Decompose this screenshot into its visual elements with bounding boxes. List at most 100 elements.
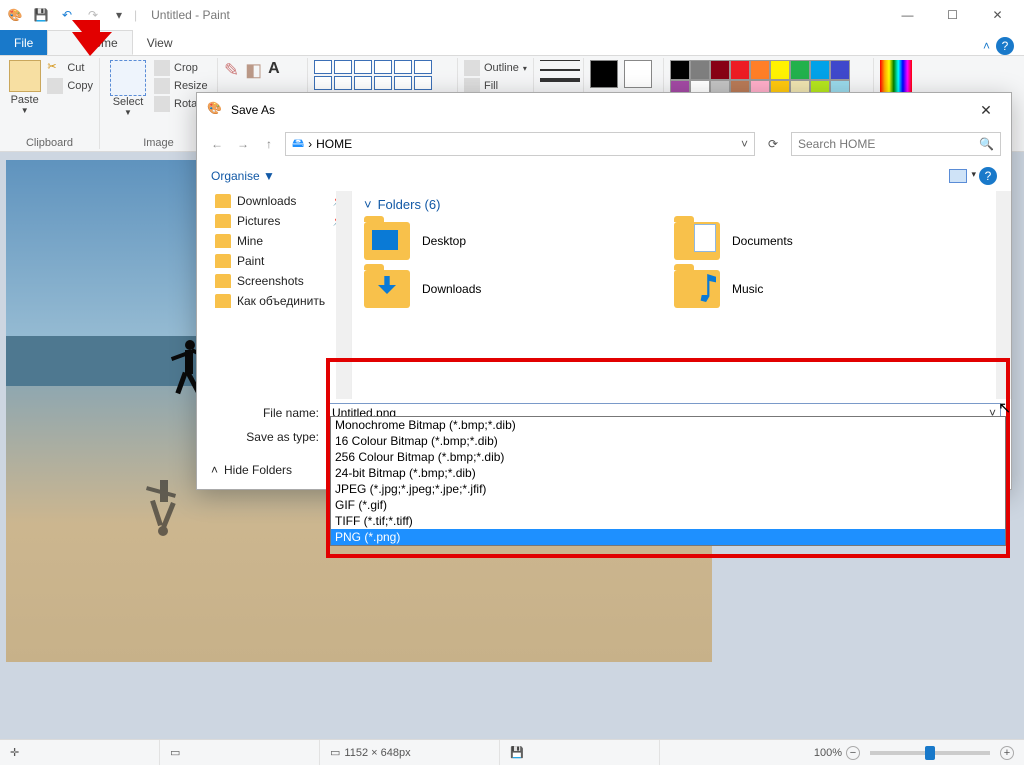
zoom-out-button[interactable]: − [846, 746, 860, 760]
zoom-in-button[interactable]: + [1000, 746, 1014, 760]
select-button[interactable]: Select ▼ [106, 60, 150, 117]
dialog-help-icon[interactable]: ? [979, 167, 997, 185]
savetype-option[interactable]: Monochrome Bitmap (*.bmp;*.dib) [331, 417, 1005, 433]
tree-item[interactable]: Pictures📌 [197, 211, 351, 231]
palette-swatch[interactable] [830, 60, 850, 80]
palette-swatch[interactable] [730, 60, 750, 80]
text-icon[interactable]: A [268, 60, 280, 78]
savetype-option[interactable]: 24-bit Bitmap (*.bmp;*.dib) [331, 465, 1005, 481]
selection-size-icon: ▭ [170, 746, 180, 759]
folder-item[interactable]: Music [674, 270, 954, 308]
savetype-option[interactable]: GIF (*.gif) [331, 497, 1005, 513]
ribbon-minimize-icon[interactable]: ˄ [983, 39, 990, 53]
cursor-pos-icon: ✛ [10, 746, 19, 759]
breadcrumb-dropdown-icon[interactable]: ˅ [741, 137, 748, 151]
nav-up-button[interactable]: ↑ [259, 137, 279, 151]
palette-swatch[interactable] [790, 60, 810, 80]
tree-item[interactable]: Как объединить [197, 291, 351, 311]
title-bar: 🎨 💾 ↶ ↷ ▾ | Untitled - Paint — ☐ ✕ [0, 0, 1024, 30]
folder-item[interactable]: Desktop [364, 222, 644, 260]
resize-icon [154, 78, 170, 94]
dialog-close-button[interactable]: ✕ [971, 102, 1001, 119]
palette-swatch[interactable] [690, 60, 710, 80]
file-size-icon: 💾 [510, 746, 524, 759]
outline-button[interactable]: Outline▾ [464, 60, 527, 76]
eraser-icon[interactable]: ◧ [245, 60, 262, 81]
color2-box[interactable] [624, 60, 652, 88]
ribbon-tabs: File Homeome View ˄ ? [0, 30, 1024, 56]
paint-app-icon: 🎨 [4, 4, 26, 26]
savetype-option[interactable]: PNG (*.png) [331, 529, 1005, 545]
pencil-icon[interactable]: ✎ [224, 60, 239, 81]
zoom-level: 100% [814, 747, 842, 759]
stroke-width-button[interactable] [540, 60, 580, 66]
hide-folders-button[interactable]: ˄Hide Folders [211, 463, 292, 477]
folder-large-icon [674, 222, 720, 260]
folder-item[interactable]: Documents [674, 222, 954, 260]
palette-swatch[interactable] [710, 60, 730, 80]
tree-item[interactable]: Screenshots [197, 271, 351, 291]
nav-forward-button[interactable]: → [233, 137, 253, 151]
palette-swatch[interactable] [670, 60, 690, 80]
organise-button[interactable]: Organise ▼ [211, 169, 275, 183]
zoom-slider[interactable] [870, 751, 990, 755]
close-button[interactable]: ✕ [975, 1, 1020, 29]
copy-icon [47, 78, 63, 94]
folder-icon [215, 194, 231, 208]
folder-large-icon [674, 270, 720, 308]
tab-file[interactable]: File [0, 30, 47, 55]
tree-item[interactable]: Paint [197, 251, 351, 271]
copy-button[interactable]: Copy [47, 78, 93, 94]
folder-icon [215, 214, 231, 228]
savetype-option[interactable]: 16 Colour Bitmap (*.bmp;*.dib) [331, 433, 1005, 449]
window-title: Untitled - Paint [151, 8, 230, 22]
search-input[interactable]: Search HOME 🔍 [791, 132, 1001, 156]
savetype-option[interactable]: TIFF (*.tif;*.tiff) [331, 513, 1005, 529]
annotation-red-arrow [72, 20, 112, 63]
paint-dialog-icon: 🎨 [207, 101, 225, 119]
filename-label: File name: [207, 406, 327, 420]
savetype-option[interactable]: 256 Colour Bitmap (*.bmp;*.dib) [331, 449, 1005, 465]
color1-box[interactable] [590, 60, 618, 88]
main-scrollbar[interactable] [996, 191, 1011, 399]
tree-item[interactable]: Downloads📌 [197, 191, 351, 211]
search-icon: 🔍 [979, 137, 994, 151]
nav-tree[interactable]: Downloads📌Pictures📌MinePaintScreenshotsК… [197, 191, 352, 399]
folder-large-icon [364, 222, 410, 260]
palette-swatch[interactable] [750, 60, 770, 80]
crop-icon [154, 60, 170, 76]
tree-scrollbar[interactable] [336, 191, 351, 399]
savetype-dropdown-list[interactable]: Monochrome Bitmap (*.bmp;*.dib)16 Colour… [330, 416, 1006, 546]
mouse-cursor: ↖ [998, 398, 1011, 418]
folder-item[interactable]: Downloads [364, 270, 644, 308]
crop-button[interactable]: Crop [154, 60, 208, 76]
folder-icon [215, 234, 231, 248]
select-icon [110, 60, 146, 96]
outline-icon [464, 60, 480, 76]
folders-header[interactable]: ˅Folders (6) [364, 197, 999, 212]
scissors-icon: ✂ [47, 60, 63, 76]
chevron-down-icon: ˅ [364, 197, 372, 212]
paste-button[interactable]: Paste ▼ [6, 60, 43, 115]
save-qat-icon[interactable]: 💾 [30, 4, 52, 26]
savetype-option[interactable]: JPEG (*.jpg;*.jpeg;*.jpe;*.jfif) [331, 481, 1005, 497]
help-icon[interactable]: ? [996, 37, 1014, 55]
maximize-button[interactable]: ☐ [930, 1, 975, 29]
view-options-button[interactable] [949, 169, 967, 183]
group-clipboard-label: Clipboard [6, 137, 93, 149]
status-bar: ✛ ▭ ▭1152 × 648px 💾 100% − + [0, 739, 1024, 765]
palette-swatch[interactable] [770, 60, 790, 80]
tree-item[interactable]: Mine [197, 231, 351, 251]
palette-swatch[interactable] [810, 60, 830, 80]
minimize-button[interactable]: — [885, 1, 930, 29]
folder-icon [215, 294, 231, 308]
refresh-button[interactable]: ⟳ [761, 137, 785, 151]
chevron-up-icon: ˄ [211, 463, 218, 477]
address-bar[interactable]: 🖴 › HOME ˅ [285, 132, 755, 156]
canvas-size-icon: ▭ [330, 746, 340, 759]
savetype-label: Save as type: [207, 430, 327, 444]
dialog-title: Save As [231, 103, 275, 117]
drive-icon: 🖴 [292, 134, 304, 155]
nav-back-button[interactable]: ← [207, 137, 227, 151]
tab-view[interactable]: View [133, 30, 187, 55]
